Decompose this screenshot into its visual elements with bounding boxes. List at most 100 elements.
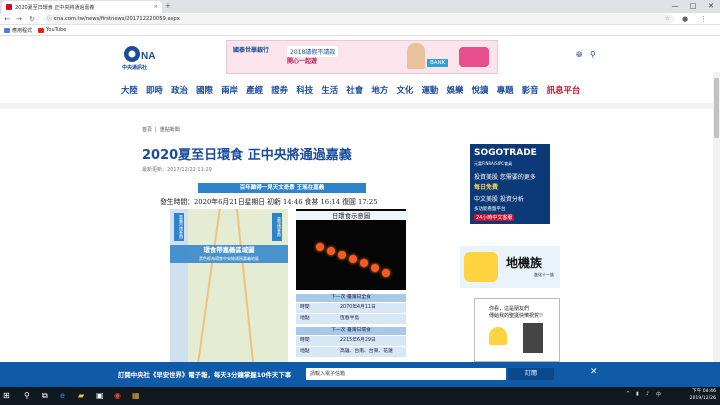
window-minimize-button[interactable]: —: [666, 0, 684, 13]
nav-item[interactable]: 證券: [271, 84, 288, 96]
section-divider: [0, 103, 720, 109]
forward-arrow-icon[interactable]: →: [14, 14, 24, 24]
browser-toolbar: ← → ↻ ⓘ cna.com.tw/news/firstnews/201712…: [0, 13, 720, 25]
nav-item[interactable]: 地方: [371, 84, 388, 96]
app-icon[interactable]: ▦: [132, 390, 140, 402]
windows-taskbar: ⊞ ⚲ ⧉ e ▰ ▣ ◉ ▦ ^ ▮ ♪ 中 下午 04:46 2019/12…: [0, 387, 720, 405]
bookmarks-bar: 應用程式 YouTube: [0, 25, 720, 36]
tab-close-icon[interactable]: ×: [154, 4, 158, 10]
bookmark-star-icon[interactable]: ☆: [665, 14, 670, 24]
eclipse-phase: [338, 251, 346, 259]
map-band: 環食帶嘉義區域圖 黑色框為環食中央線通過嘉義地區: [170, 245, 288, 263]
logo-text: 中央通訊社: [122, 65, 148, 71]
article-title: 2020夏至日環食 正中央將通過嘉義: [142, 148, 352, 163]
eclipse-diagram-title: 日環食示意圖: [296, 211, 406, 220]
breadcrumb: 首頁 | 重點新聞: [142, 127, 180, 133]
header-banner-ad[interactable]: 國泰世華銀行 2018請假不請款 開心一起遊 BANK: [226, 40, 498, 74]
nav-item[interactable]: 兩岸: [221, 84, 238, 96]
nav-item[interactable]: 悅讀: [472, 84, 489, 96]
map-label-left: 嘉義市環食帶: [174, 213, 184, 241]
svg-text:NA: NA: [141, 51, 155, 62]
nav-item-message-platform[interactable]: 訊息平台: [547, 84, 581, 96]
nav-item[interactable]: 國際: [196, 84, 213, 96]
sogotrade-ad[interactable]: SOGOTRADE 元富FINRA/SIPC會員 投資美股 您需要的更多 每日免…: [470, 144, 550, 224]
chrome-icon[interactable]: ◉: [114, 390, 121, 402]
windows-start-icon[interactable]: ⊞: [3, 390, 10, 402]
info-icon[interactable]: ⓘ: [47, 14, 52, 24]
cna-favicon-icon: [6, 4, 12, 10]
nav-item[interactable]: 產經: [246, 84, 263, 96]
scrollbar-thumb[interactable]: [714, 78, 719, 138]
table-row: 時間 2215年6月29日: [296, 336, 406, 346]
eclipse-phase: [316, 243, 324, 251]
breadcrumb-category[interactable]: 重點新聞: [160, 127, 180, 133]
nav-item[interactable]: 文化: [397, 84, 414, 96]
back-arrow-icon[interactable]: ←: [2, 14, 12, 24]
browser-tab[interactable]: 2020夏至日環食 正中央將通過嘉義 ×: [2, 1, 162, 13]
edge-icon[interactable]: e: [60, 390, 65, 402]
search-icon[interactable]: ⚲: [590, 50, 596, 59]
newsletter-promo-bar: 訂閱中央社《早安世界》電子報，每天3分鐘掌握10件天下事 請輸入電子信箱 訂閱 …: [0, 362, 720, 387]
eclipse-phase: [382, 269, 390, 277]
eclipse-phase: [349, 255, 357, 263]
nav-item[interactable]: 娛樂: [447, 84, 464, 96]
taskbar-clock[interactable]: 下午 04:46 2019/12/26: [690, 389, 716, 402]
breadcrumb-home[interactable]: 首頁: [142, 127, 152, 133]
nav-item[interactable]: 社會: [346, 84, 363, 96]
nav-item[interactable]: 即時: [146, 84, 163, 96]
nav-item[interactable]: 運動: [422, 84, 439, 96]
profile-icon[interactable]: ●: [682, 14, 688, 24]
window-maximize-button[interactable]: □: [684, 0, 702, 13]
volume-icon[interactable]: ♪: [646, 391, 649, 397]
clock-date: 2019/12/26: [689, 395, 716, 401]
file-explorer-icon[interactable]: ▰: [78, 390, 84, 402]
banner-bank-name: 國泰世華銀行: [233, 47, 270, 54]
banner-luggage-image: [459, 47, 489, 67]
ad-sub: 元富FINRA/SIPC會員: [474, 161, 513, 166]
subscribe-button[interactable]: 訂閱: [508, 368, 554, 380]
next-eclipse-table: 下一次 臺灣日全食 時間 2070年4月11日 地點 恆春半島 下一次 臺灣日環食 …: [296, 294, 406, 362]
ad-line: 24小時中文客服: [474, 214, 515, 221]
banner-tag: BANK: [427, 59, 449, 67]
ime-icon[interactable]: 中: [656, 391, 661, 398]
nav-item[interactable]: 影音: [522, 84, 539, 96]
comic-ad[interactable]: 你看，這是朋友們 傳給我的聖誕快樂祝賀!!: [474, 298, 560, 362]
bookmark-apps[interactable]: 應用程式: [4, 27, 32, 34]
youtube-icon: [38, 27, 44, 33]
reload-icon[interactable]: ↻: [27, 14, 37, 24]
page-scrollbar[interactable]: [713, 72, 720, 362]
tray-chevron-icon[interactable]: ^: [626, 391, 630, 397]
search-icon[interactable]: ⚲: [24, 390, 30, 402]
network-icon[interactable]: ▮: [636, 391, 639, 397]
table-row: 時間 2070年4月11日: [296, 303, 406, 313]
menu-dots-icon[interactable]: ⋮: [700, 14, 707, 24]
apps-grid-icon: [4, 28, 10, 33]
nav-item[interactable]: 政治: [171, 84, 188, 96]
globe-icon[interactable]: 🌐︎: [576, 50, 582, 60]
store-icon[interactable]: ▣: [96, 390, 104, 402]
infographic-times: 發生時間：2020年6月21日星期日 初虧 14:46 食甚 16:14 復圓 …: [160, 198, 378, 206]
ad-line: 多功能看盤平台: [474, 207, 506, 212]
nav-item[interactable]: 生活: [321, 84, 338, 96]
browser-tab-bar: 2020夏至日環食 正中央將通過嘉義 × + — □ ✕: [0, 0, 720, 13]
dijizu-ad[interactable]: 地機族 進化十一族: [460, 246, 560, 288]
banner-person-image: [407, 43, 425, 69]
task-view-icon[interactable]: ⧉: [42, 390, 48, 402]
window-close-button[interactable]: ✕: [702, 0, 720, 13]
eclipse-phase: [327, 247, 335, 255]
table-row: 地點 恆春半島: [296, 314, 406, 324]
bookmark-youtube[interactable]: YouTube: [38, 27, 66, 33]
next-total-eclipse-head: 下一次 臺灣日全食: [296, 294, 406, 302]
bookmark-label: YouTube: [46, 27, 67, 33]
infographic-title: 百年難得一見天文奇景 王瑤在嘉義: [198, 183, 366, 193]
promo-close-icon[interactable]: ✕: [590, 367, 598, 377]
nav-item[interactable]: 專題: [497, 84, 514, 96]
email-input[interactable]: 請輸入電子信箱: [306, 368, 506, 380]
address-bar[interactable]: ⓘ cna.com.tw/news/firstnews/201712220059…: [44, 14, 674, 24]
eclipse-phase: [371, 264, 379, 272]
map-band-subtitle: 黑色框為環食中央線通過嘉義地區: [199, 256, 259, 261]
new-tab-button[interactable]: +: [165, 2, 171, 10]
eclipse-phase: [360, 259, 368, 267]
nav-item[interactable]: 大陸: [121, 84, 138, 96]
nav-item[interactable]: 科技: [296, 84, 313, 96]
